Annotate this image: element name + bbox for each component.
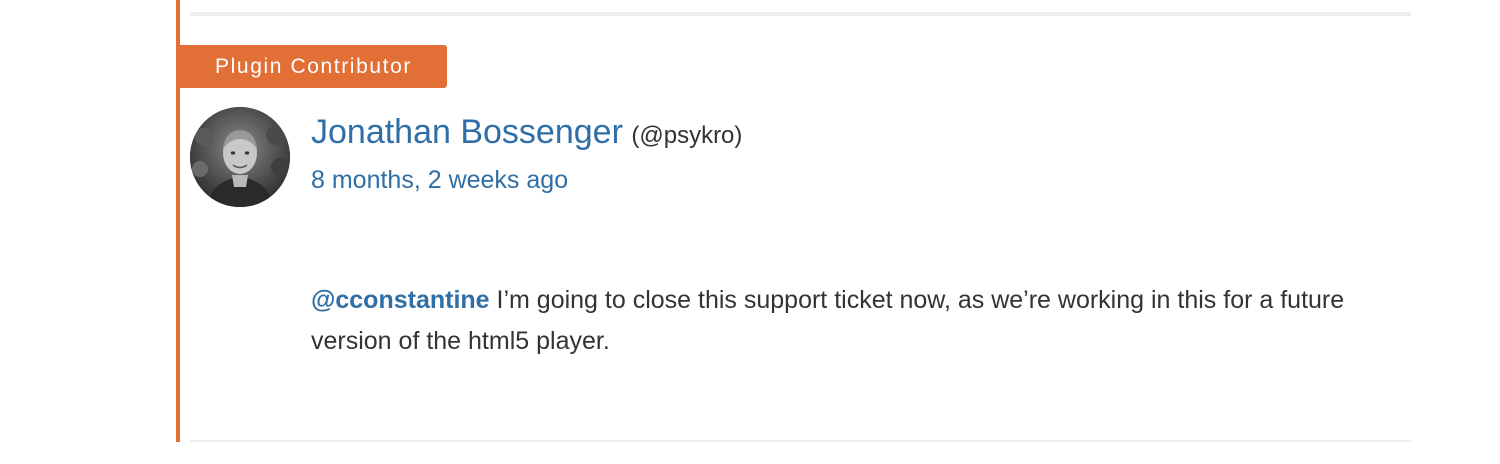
reply-timestamp-link[interactable]: 8 months, 2 weeks ago	[311, 166, 568, 195]
mention-link[interactable]: @cconstantine	[311, 286, 490, 314]
author-line: Jonathan Bossenger (@psykro)	[311, 113, 742, 152]
user-avatar-photo-icon	[190, 107, 290, 207]
reply-content: @cconstantine I’m going to close this su…	[311, 280, 1391, 362]
plugin-contributor-badge: Plugin Contributor	[180, 45, 447, 88]
top-divider	[190, 12, 1411, 16]
author-avatar[interactable]	[190, 107, 290, 207]
bottom-divider	[190, 440, 1411, 442]
author-handle: (@psykro)	[631, 122, 743, 149]
author-name-link[interactable]: Jonathan Bossenger	[311, 113, 623, 151]
